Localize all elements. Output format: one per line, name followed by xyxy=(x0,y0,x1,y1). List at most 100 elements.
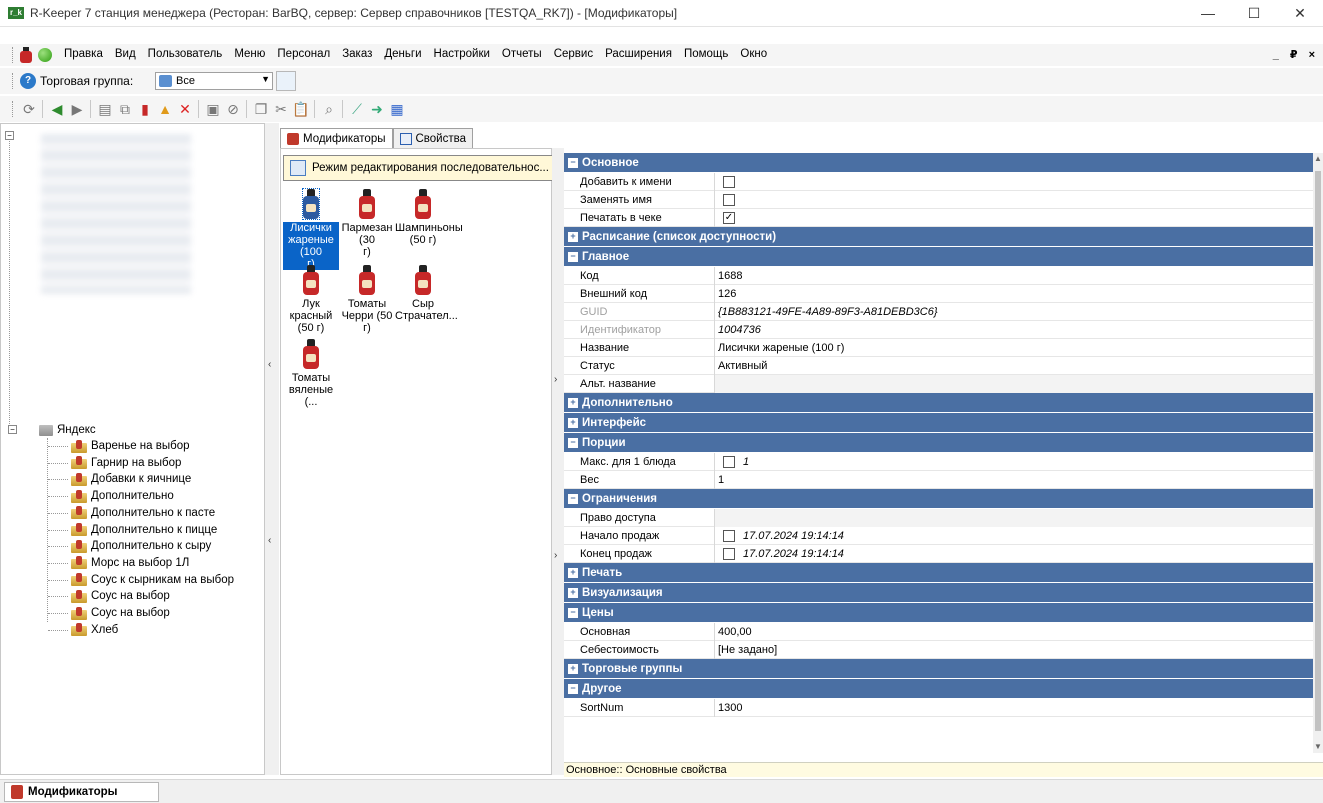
prop-value[interactable]: 126 xyxy=(715,285,1313,303)
left-splitter[interactable]: ‹ ‹ xyxy=(265,123,279,775)
prop-max-per-dish[interactable]: Макс. для 1 блюда 1 xyxy=(564,452,1313,471)
menu-item[interactable]: Правка xyxy=(58,48,109,60)
menu-item[interactable]: Расширения xyxy=(599,48,678,60)
tree-item[interactable]: Дополнительно к пасте xyxy=(71,505,215,521)
expand-icon[interactable]: + xyxy=(568,231,578,242)
checkbox[interactable] xyxy=(723,455,735,468)
category-prices[interactable]: − Цены xyxy=(564,603,1313,623)
modifier-tile[interactable]: Сыр Страчател... xyxy=(395,265,458,322)
checkbox-checked[interactable]: ✓ xyxy=(723,211,735,224)
refresh-icon[interactable]: ⟳ xyxy=(20,100,38,118)
cut-icon[interactable]: ✂ xyxy=(272,100,290,118)
prop-value[interactable]: 1 xyxy=(715,471,1313,489)
category-portions[interactable]: − Порции xyxy=(564,433,1313,453)
back-icon[interactable]: ◀ xyxy=(48,100,66,118)
expand-icon[interactable]: + xyxy=(568,663,578,674)
add-modifier-icon[interactable]: ▮ xyxy=(136,100,154,118)
menu-item[interactable]: Персонал xyxy=(271,48,336,60)
delete-icon[interactable]: ✕ xyxy=(176,100,194,118)
prop-value[interactable]: 400,00 xyxy=(715,623,1313,641)
modifier-tile[interactable]: Томаты вяленые (... xyxy=(283,339,339,408)
prop-access[interactable]: Право доступа xyxy=(564,508,1313,527)
tree-item[interactable]: Дополнительно xyxy=(71,488,174,504)
prop-value[interactable]: 1688 xyxy=(715,267,1313,285)
tree-node-yandex[interactable]: − Яндекс xyxy=(8,422,96,438)
tree-item[interactable]: Соус на выбор xyxy=(71,588,170,604)
category-schedule[interactable]: + Расписание (список доступности) xyxy=(564,227,1313,247)
modifier-tile[interactable]: Пармезан (30 г) xyxy=(339,189,395,258)
modifier-tile[interactable]: Томаты Черри (50 г) xyxy=(339,265,395,334)
menu-item[interactable]: Пользователь xyxy=(142,48,229,60)
tree-item[interactable]: Дополнительно к пицце xyxy=(71,522,217,538)
tree-item[interactable]: Добавки к яичнице xyxy=(71,471,191,487)
trade-group-select[interactable]: Все ▼ xyxy=(155,72,273,90)
toolbar-grip[interactable] xyxy=(12,73,14,89)
prop-value[interactable]: 17.07.2024 19:14:14 xyxy=(715,527,1313,545)
collapse-icon[interactable]: − xyxy=(568,607,578,618)
tree-collapse-icon[interactable]: − xyxy=(8,425,17,434)
paste-icon[interactable]: 📋 xyxy=(292,100,310,118)
menu-item[interactable]: Отчеты xyxy=(496,48,548,60)
cancel-icon[interactable]: ⊘ xyxy=(224,100,242,118)
prop-value[interactable] xyxy=(715,374,1313,393)
collapse-left-icon[interactable]: ‹ xyxy=(268,535,271,546)
category-interface[interactable]: + Интерфейс xyxy=(564,413,1313,433)
mdi-controls[interactable]: _ ₽ × xyxy=(1273,48,1319,61)
menu-item[interactable]: Заказ xyxy=(336,48,378,60)
prop-value[interactable]: ✓ xyxy=(715,209,1313,227)
prop-value[interactable]: 17.07.2024 19:14:14 xyxy=(715,545,1313,563)
collapse-icon[interactable]: − xyxy=(568,493,578,504)
copy-icon[interactable]: ❐ xyxy=(252,100,270,118)
collapse-icon[interactable]: − xyxy=(568,157,578,168)
prop-alt-name[interactable]: Альт. название xyxy=(564,374,1313,393)
prop-guid[interactable]: GUID {1B883121-49FE-4A89-89F3-A81DEBD3C6} xyxy=(564,302,1313,321)
prop-price-main[interactable]: Основная 400,00 xyxy=(564,622,1313,641)
scroll-down-icon[interactable]: ▼ xyxy=(1314,742,1322,751)
category-basic[interactable]: − Основное xyxy=(564,153,1313,173)
tree-item[interactable]: Гарнир на выбор xyxy=(71,455,181,471)
filter-icon[interactable]: ⟋ xyxy=(348,100,366,118)
toolbar-grip[interactable] xyxy=(12,101,14,117)
prop-replace-name[interactable]: Заменять имя xyxy=(564,190,1313,209)
modifier-tile[interactable]: Лисички жареные (100 г) xyxy=(283,188,339,270)
save-icon[interactable]: ▣ xyxy=(204,100,222,118)
collapse-left-icon[interactable]: ‹ xyxy=(268,359,271,370)
sequence-edit-mode-button[interactable]: Режим редактирования последовательнос... xyxy=(283,155,555,181)
prop-value[interactable] xyxy=(715,173,1313,191)
collapse-icon[interactable]: − xyxy=(568,251,578,262)
menu-item[interactable]: Деньги xyxy=(378,48,427,60)
expand-icon[interactable]: + xyxy=(568,587,578,598)
prop-print-receipt[interactable]: Печатать в чеке ✓ xyxy=(564,208,1313,227)
collapse-icon[interactable]: − xyxy=(568,683,578,694)
export-icon[interactable]: ➜ xyxy=(368,100,386,118)
modifier-tile[interactable]: Шампиньоны (50 г) xyxy=(395,189,463,246)
menu-item[interactable]: Помощь xyxy=(678,48,734,60)
tree-item[interactable]: Дополнительно к сыру xyxy=(71,538,211,554)
modifier-tile[interactable]: Лук красный (50 г) xyxy=(283,265,339,334)
toolbar-grip[interactable] xyxy=(12,47,14,63)
search-icon[interactable]: ⌕ xyxy=(320,100,338,118)
checkbox[interactable] xyxy=(723,529,735,542)
tab-modifiers[interactable]: Модификаторы xyxy=(280,128,393,148)
prop-sale-start[interactable]: Начало продаж 17.07.2024 19:14:14 xyxy=(564,526,1313,545)
prop-value[interactable]: 1 xyxy=(715,453,1313,471)
close-button[interactable]: ✕ xyxy=(1277,2,1323,24)
prop-code[interactable]: Код 1688 xyxy=(564,266,1313,285)
tree-item[interactable]: Соус на выбор xyxy=(71,605,170,621)
checkbox[interactable] xyxy=(723,547,735,560)
prop-external-code[interactable]: Внешний код 126 xyxy=(564,284,1313,303)
duplicate-icon[interactable]: ⧉ xyxy=(116,100,134,118)
taskbar-modifiers-button[interactable]: Модификаторы xyxy=(4,782,159,802)
minimize-button[interactable]: — xyxy=(1185,2,1231,24)
prop-add-to-name[interactable]: Добавить к имени xyxy=(564,172,1313,191)
category-additional[interactable]: + Дополнительно xyxy=(564,393,1313,413)
menu-item[interactable]: Окно xyxy=(734,48,773,60)
prop-value[interactable] xyxy=(715,191,1313,209)
right-splitter[interactable]: › › xyxy=(552,148,564,775)
prop-value[interactable]: Лисички жареные (100 г) xyxy=(715,339,1313,357)
status-green-icon[interactable] xyxy=(38,48,52,62)
prop-identifier[interactable]: Идентификатор 1004736 xyxy=(564,320,1313,339)
menu-item[interactable]: Меню xyxy=(228,48,271,60)
prop-sale-end[interactable]: Конец продаж 17.07.2024 19:14:14 xyxy=(564,544,1313,563)
expand-icon[interactable]: + xyxy=(568,567,578,578)
